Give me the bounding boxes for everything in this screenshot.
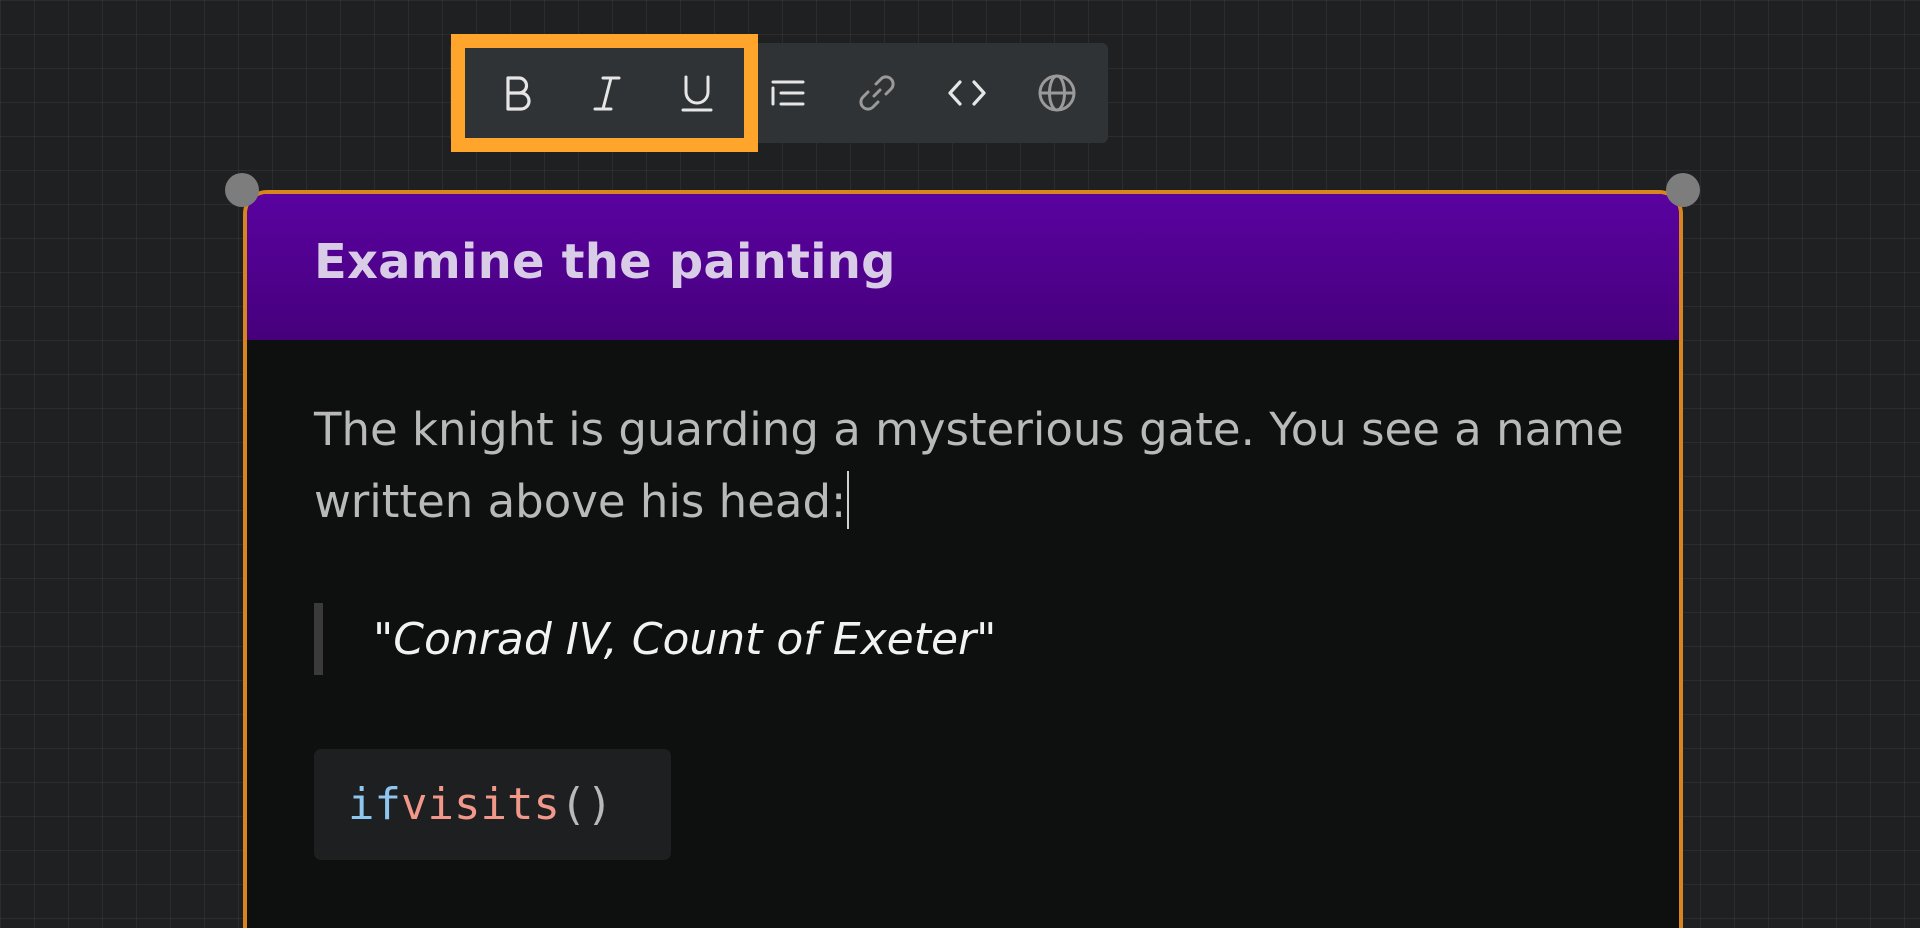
formatting-toolbar [450, 43, 1108, 143]
list-icon [771, 80, 805, 106]
code-icon [948, 80, 986, 106]
story-node[interactable]: Examine the painting The knight is guard… [243, 190, 1683, 928]
list-button[interactable] [762, 68, 812, 118]
node-text-content[interactable]: The knight is guarding a mysterious gate… [314, 403, 1624, 528]
node-header[interactable]: Examine the painting [247, 194, 1679, 340]
code-keyword: if [348, 779, 401, 830]
italic-icon [593, 76, 621, 111]
globe-icon [1038, 74, 1076, 112]
text-caret [847, 471, 850, 529]
node-title[interactable]: Examine the painting [314, 234, 896, 290]
code-punct: () [559, 779, 613, 830]
underline-icon [681, 75, 713, 112]
quote-text[interactable]: "Conrad IV, Count of Exeter" [373, 614, 996, 665]
bold-button[interactable] [492, 68, 542, 118]
blockquote[interactable]: "Conrad IV, Count of Exeter" [314, 603, 996, 675]
node-text[interactable]: The knight is guarding a mysterious gate… [314, 394, 1634, 538]
link-icon [859, 75, 895, 111]
resize-handle-top-left[interactable] [225, 173, 259, 207]
code-button[interactable] [942, 68, 992, 118]
globe-button[interactable] [1032, 68, 1082, 118]
resize-handle-top-right[interactable] [1666, 173, 1700, 207]
link-button[interactable] [852, 68, 902, 118]
underline-button[interactable] [672, 68, 722, 118]
italic-button[interactable] [582, 68, 632, 118]
bold-icon [506, 76, 531, 111]
code-function: visits [400, 779, 560, 830]
code-block[interactable]: if visits() [314, 749, 671, 860]
